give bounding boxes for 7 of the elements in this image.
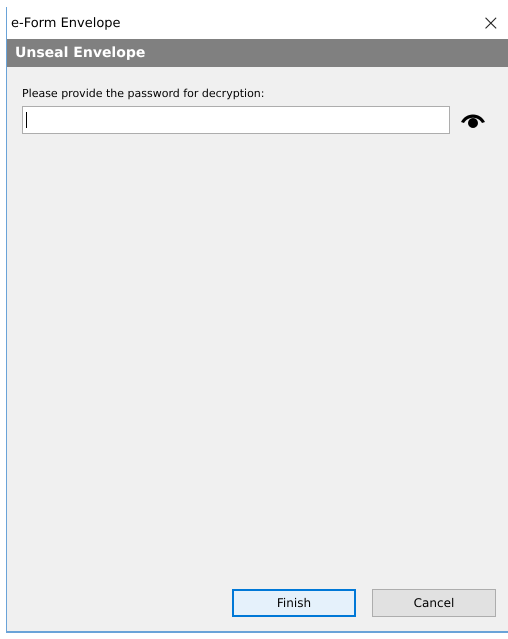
dialog-button[interactable]: Finish xyxy=(232,589,356,617)
window-title: e-Form Envelope xyxy=(11,16,121,30)
close-button[interactable]: × xyxy=(474,7,508,39)
password-field[interactable] xyxy=(22,106,450,134)
dialog-button[interactable]: Cancel xyxy=(372,589,496,617)
password-label: Please provide the password for decryption: xyxy=(22,87,266,100)
header-title: Unseal Envelope xyxy=(15,45,146,61)
